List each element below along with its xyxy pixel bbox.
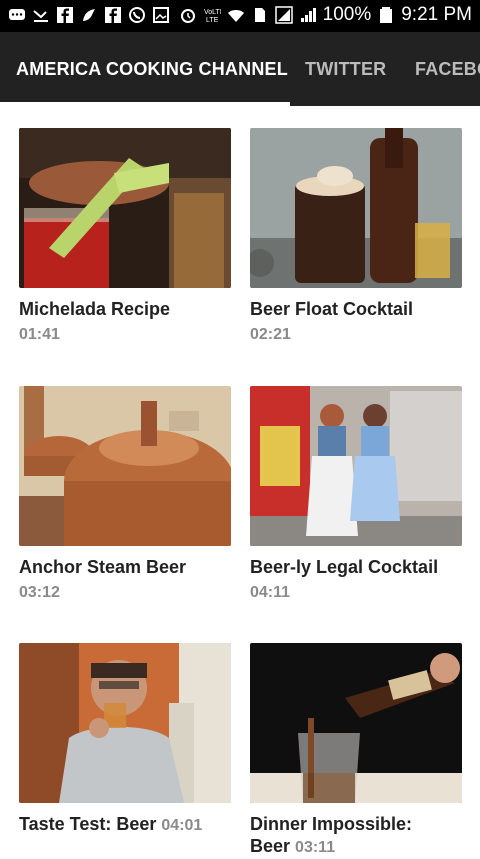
facebook-icon-2 [105,7,121,23]
missed-call-icon [33,10,48,22]
video-card[interactable]: Dinner Impossible: Beer 03:11 [250,643,462,859]
video-duration: 02:21 [250,326,291,343]
battery-percent: 100% [322,4,372,25]
video-title[interactable]: Anchor Steam Beer [19,556,231,578]
video-title[interactable]: Beer Float Cocktail [250,298,462,320]
video-title[interactable]: Beer-ly Legal Cocktail [250,556,462,578]
video-card[interactable]: Beer-ly Legal Cocktail 04:11 [250,386,462,602]
status-bar: VoLTELTE 100% 9:21 PM [0,0,480,32]
video-thumbnail[interactable] [250,128,462,288]
whatsapp-icon [129,7,145,23]
video-card[interactable]: Michelada Recipe 01:41 [19,128,231,344]
video-grid: Michelada Recipe 01:41 Beer Float Cockta… [0,106,480,856]
signal-1-icon [274,6,293,24]
tab-bar: AMERICA COOKING CHANNEL TWITTER FACEBO [0,32,480,106]
sim-icon [254,8,265,22]
facebook-icon [57,7,73,23]
clock: 9:21 PM [401,4,472,25]
wifi-icon [227,10,244,22]
video-card[interactable]: Anchor Steam Beer 03:12 [19,386,231,602]
video-title[interactable]: Michelada Recipe [19,298,231,320]
video-card[interactable]: Taste Test: Beer 04:01 [19,643,231,837]
video-duration: 04:01 [161,817,203,834]
tab-twitter[interactable]: TWITTER [305,59,386,80]
status-icons-left [8,6,170,24]
volte-icon: VoLTELTE [204,9,221,24]
video-duration: 03:12 [19,584,60,601]
video-title-text[interactable]: Taste Test: Beer [19,814,156,834]
status-icons-right: VoLTELTE 100% 9:21 PM [179,4,472,26]
signal-2-icon [300,8,316,22]
video-thumbnail[interactable] [19,386,231,546]
message-icon [9,9,25,20]
tab-america-cooking-channel[interactable]: AMERICA COOKING CHANNEL [16,59,288,80]
video-thumbnail[interactable] [19,128,231,288]
video-duration: 04:11 [250,584,291,601]
video-thumbnail[interactable] [250,643,462,803]
video-duration: 01:41 [19,326,60,343]
alarm-icon [180,9,195,23]
video-thumbnail[interactable] [19,643,231,803]
video-title-line1[interactable]: Dinner Impossible: [250,814,412,834]
tab-facebook[interactable]: FACEBO [415,59,480,80]
svg-text:VoLTE: VoLTE [204,9,221,16]
gallery-icon [153,7,169,23]
video-card[interactable]: Beer Float Cocktail 02:21 [250,128,462,344]
video-duration: 03:11 [295,839,336,856]
svg-text:LTE: LTE [206,17,219,24]
battery-icon [380,7,393,23]
video-title[interactable]: Taste Test: Beer 04:01 [19,813,231,837]
video-title-line2[interactable]: Beer [250,836,290,856]
video-thumbnail[interactable] [250,386,462,546]
video-title[interactable]: Dinner Impossible: Beer 03:11 [250,813,462,859]
app-icon [83,9,95,21]
